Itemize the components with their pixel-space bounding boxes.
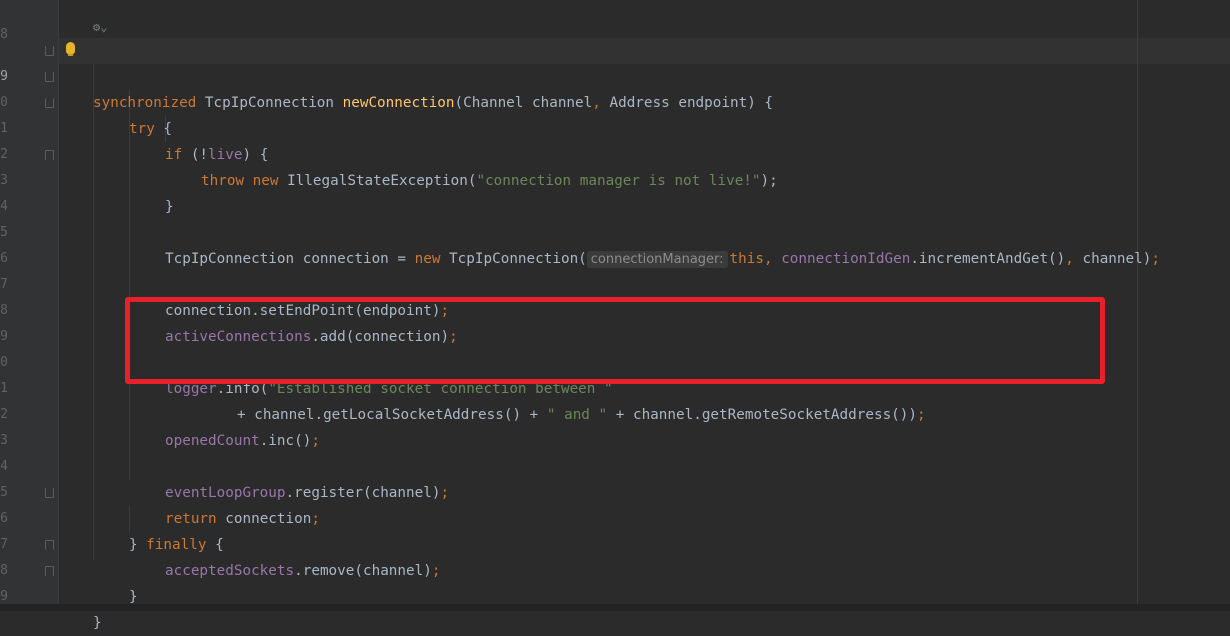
code-line: 9 }	[0, 558, 1230, 631]
code-line: 4 eventLoopGroup.register(channel);	[0, 428, 1230, 501]
code-vision-icon[interactable]: ⚙⌄	[93, 20, 107, 34]
code-line: 8 }	[0, 532, 1230, 605]
code-line: 2 throw new IllegalStateException("conne…	[0, 116, 1230, 189]
editor-bottom-edge	[0, 604, 1230, 611]
red-annotation-box	[125, 297, 1105, 384]
code-line: 6 } finally {	[0, 480, 1230, 553]
code-line: 8 activeConnections.add(connection);	[0, 272, 1230, 345]
code-line: 8	[0, 0, 1230, 42]
code-line: 5 TcpIpConnection connection = new TcpIp…	[0, 194, 1230, 268]
code-line: 7 connection.setEndPoint(endpoint);	[0, 246, 1230, 319]
code-line: 9 synchronized TcpIpConnection newConnec…	[0, 38, 1230, 111]
code-line: 3 }	[0, 142, 1230, 215]
code-line: 0 try {	[0, 64, 1230, 137]
code-line: 3	[0, 402, 1230, 448]
code-text[interactable]: }	[93, 610, 102, 636]
code-line: 6	[0, 220, 1230, 266]
code-line: 7 acceptedSockets.remove(channel);	[0, 506, 1230, 579]
code-line: 4	[0, 168, 1230, 214]
code-line: 5 return connection;	[0, 454, 1230, 527]
code-line: 1 if (!live) {	[0, 90, 1230, 163]
